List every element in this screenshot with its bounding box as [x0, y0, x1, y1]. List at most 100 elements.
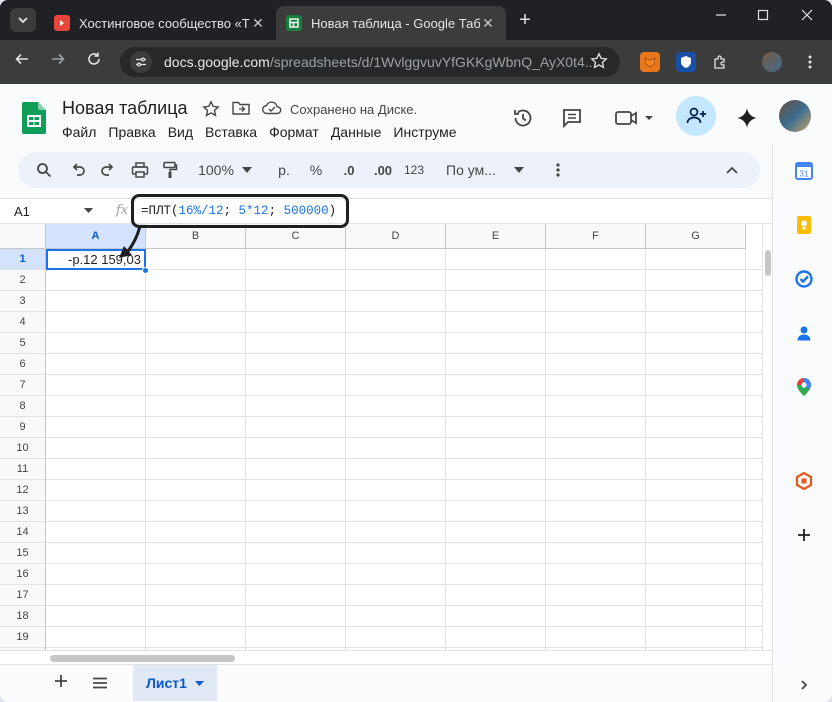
horizontal-scrollbar[interactable]: [0, 650, 772, 664]
row-header-6[interactable]: 6: [0, 354, 46, 375]
number-format-button[interactable]: 123: [400, 152, 428, 188]
add-addon-icon[interactable]: [793, 524, 815, 546]
tab-search-button[interactable]: [10, 8, 36, 32]
row-header-9[interactable]: 9: [0, 417, 46, 438]
row-header-10[interactable]: 10: [0, 438, 46, 459]
keep-icon[interactable]: [793, 214, 815, 236]
column-header-g[interactable]: G: [646, 224, 746, 249]
vertical-scroll-thumb[interactable]: [765, 250, 771, 276]
collapse-toolbar-icon[interactable]: [720, 152, 744, 188]
paint-format-icon[interactable]: [158, 152, 182, 188]
column-header-d[interactable]: D: [346, 224, 446, 249]
sheet-tab-label: Лист1: [146, 675, 187, 691]
print-icon[interactable]: [128, 152, 152, 188]
font-select[interactable]: По ум...: [438, 152, 518, 188]
redo-icon[interactable]: [96, 152, 120, 188]
gemini-spark-icon[interactable]: [733, 104, 761, 132]
row-header-11[interactable]: 11: [0, 459, 46, 480]
forward-icon[interactable]: [46, 50, 70, 74]
decrease-decimal-button[interactable]: .0: [334, 152, 364, 188]
row-header-18[interactable]: 18: [0, 606, 46, 627]
zoom-value[interactable]: 100%: [194, 152, 238, 188]
account-avatar[interactable]: [779, 100, 811, 132]
row-header-7[interactable]: 7: [0, 375, 46, 396]
maximize-icon[interactable]: [748, 8, 778, 24]
all-sheets-icon[interactable]: [92, 673, 108, 694]
zoom-dropdown-icon[interactable]: [240, 152, 254, 188]
new-tab-button[interactable]: +: [514, 9, 536, 32]
row-header-14[interactable]: 14: [0, 522, 46, 543]
profile-avatar-icon[interactable]: [762, 52, 782, 72]
row-header-16[interactable]: 16: [0, 564, 46, 585]
more-tools-icon[interactable]: [548, 152, 568, 188]
percent-format-button[interactable]: %: [304, 152, 328, 188]
maps-icon[interactable]: [793, 376, 815, 398]
metamask-extension-icon[interactable]: [640, 52, 660, 72]
browser-tab-sheets[interactable]: Новая таблица - Google Табли ✕: [276, 6, 506, 40]
browser-menu-icon[interactable]: [800, 52, 820, 72]
office-addon-icon[interactable]: [793, 470, 815, 492]
row-header-2[interactable]: 2: [0, 270, 46, 291]
grid-column-line: [745, 249, 746, 654]
bookmark-star-icon[interactable]: [590, 52, 608, 75]
close-tab-icon[interactable]: ✕: [480, 15, 496, 32]
row-header-17[interactable]: 17: [0, 585, 46, 606]
star-icon[interactable]: [202, 100, 220, 123]
currency-format-button[interactable]: р.: [270, 152, 298, 188]
menu-view[interactable]: Вид: [168, 124, 193, 140]
reload-icon[interactable]: [82, 50, 106, 74]
row-header-4[interactable]: 4: [0, 312, 46, 333]
column-header-e[interactable]: E: [446, 224, 546, 249]
move-folder-icon[interactable]: [232, 100, 250, 121]
sheet-dropdown-icon[interactable]: [194, 680, 204, 686]
back-icon[interactable]: [10, 50, 34, 74]
browser-tab-hosting[interactable]: Хостинговое сообщество «Tim ✕: [44, 6, 276, 40]
name-box-dropdown-icon[interactable]: [84, 205, 93, 216]
horizontal-scroll-thumb[interactable]: [50, 655, 235, 662]
address-bar[interactable]: docs.google.com /spreadsheets/d/1Wvlggvu…: [120, 47, 620, 77]
close-tab-icon[interactable]: ✕: [250, 15, 266, 32]
row-header-15[interactable]: 15: [0, 543, 46, 564]
version-history-icon[interactable]: [509, 104, 537, 132]
shield-extension-icon[interactable]: [676, 52, 696, 72]
cloud-saved-icon[interactable]: [262, 100, 282, 121]
tasks-icon[interactable]: [793, 268, 815, 290]
row-header-12[interactable]: 12: [0, 480, 46, 501]
sheet-tab-1[interactable]: Лист1: [133, 665, 217, 701]
contacts-icon[interactable]: [793, 322, 815, 344]
extensions-puzzle-icon[interactable]: [710, 52, 730, 72]
close-window-icon[interactable]: [792, 8, 822, 24]
calendar-icon[interactable]: 31: [793, 160, 815, 182]
sheets-logo-icon[interactable]: [22, 102, 46, 134]
spreadsheet-grid[interactable]: ABCDEFG 1234567891011121314151617181920 …: [0, 224, 762, 654]
menu-format[interactable]: Формат: [269, 124, 319, 140]
select-all-corner[interactable]: [0, 224, 46, 249]
collapse-panel-icon[interactable]: [793, 674, 815, 696]
name-box[interactable]: A1: [14, 204, 30, 219]
font-dropdown-icon[interactable]: [512, 152, 526, 188]
grid-column-line: [145, 249, 146, 654]
row-header-1[interactable]: 1: [0, 249, 46, 270]
share-button[interactable]: [676, 96, 716, 136]
menu-tools[interactable]: Инструме: [393, 124, 456, 140]
add-sheet-icon[interactable]: [54, 671, 68, 694]
increase-decimal-button[interactable]: .00: [368, 152, 398, 188]
menu-data[interactable]: Данные: [331, 124, 382, 140]
vertical-scrollbar[interactable]: [762, 224, 772, 654]
site-info-icon[interactable]: [130, 51, 152, 73]
row-header-8[interactable]: 8: [0, 396, 46, 417]
undo-icon[interactable]: [66, 152, 90, 188]
menu-file[interactable]: Файл: [62, 124, 96, 140]
document-title[interactable]: Новая таблица: [62, 98, 188, 119]
menu-insert[interactable]: Вставка: [205, 124, 257, 140]
meet-call-icon[interactable]: [612, 104, 658, 132]
search-menus-icon[interactable]: [32, 152, 56, 188]
row-header-3[interactable]: 3: [0, 291, 46, 312]
comments-icon[interactable]: [558, 104, 586, 132]
row-header-19[interactable]: 19: [0, 627, 46, 648]
row-header-13[interactable]: 13: [0, 501, 46, 522]
row-header-5[interactable]: 5: [0, 333, 46, 354]
menu-edit[interactable]: Правка: [108, 124, 155, 140]
column-header-f[interactable]: F: [546, 224, 646, 249]
minimize-icon[interactable]: [706, 8, 736, 24]
